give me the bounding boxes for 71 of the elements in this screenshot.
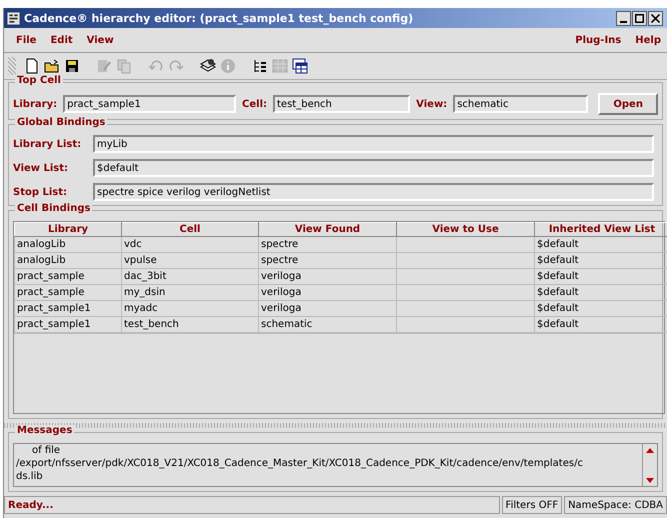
table-cell: veriloga <box>258 268 396 284</box>
field-label: Library: <box>13 98 58 110</box>
column-header[interactable]: Cell <box>122 222 258 236</box>
message-line: ds.lib <box>16 470 44 483</box>
field-label: View List: <box>13 162 70 174</box>
table-cell: schematic <box>258 316 396 332</box>
text-field[interactable]: test_bench <box>273 95 410 113</box>
column-header[interactable]: View to Use <box>396 222 534 236</box>
tree-icon[interactable] <box>252 58 268 74</box>
table-cell: pract_sample1 <box>14 316 122 332</box>
open-button[interactable]: Open <box>598 93 658 115</box>
column-header[interactable]: Inherited View List <box>534 222 667 236</box>
table-cell: vdc <box>122 236 258 252</box>
message-line: /export/nfsserver/pdk/XC018_V21/XC018_Cadence_Master_Kit/XC018_Cadence_PDK_Kit/cadence/env/templates/c <box>16 457 584 470</box>
menu-item[interactable]: File <box>16 34 36 46</box>
table-cell: $default <box>534 236 667 252</box>
group-title: Messages <box>15 425 74 436</box>
table-cell: pract_sample <box>14 268 122 284</box>
table-cell: $default <box>534 300 667 316</box>
window-title: Cadence® hierarchy editor: (pract_sample1 test_bench config) <box>24 12 414 24</box>
text-field[interactable]: schematic <box>453 95 588 113</box>
table-cell: vpulse <box>122 252 258 268</box>
message-line: of file <box>31 444 62 457</box>
group-title: Top Cell <box>15 75 63 86</box>
app-icon <box>7 12 20 24</box>
text-field[interactable]: $default <box>93 159 654 177</box>
field-label: View: <box>416 98 448 110</box>
table-cell: $default <box>534 316 667 332</box>
field-label: Cell: <box>242 98 268 110</box>
table-cell: pract_sample1 <box>14 300 122 316</box>
maximize-icon <box>635 14 644 22</box>
table-cell: pract_sample <box>14 284 122 300</box>
field-label: Library List: <box>13 138 82 150</box>
table-cell: analogLib <box>14 252 122 268</box>
folder-icon[interactable] <box>44 58 60 74</box>
text-field[interactable]: pract_sample1 <box>63 95 236 113</box>
table-cell: spectre <box>258 252 396 268</box>
filter-status: Filters OFF <box>502 496 562 514</box>
menu-item[interactable]: Help <box>635 34 661 46</box>
table-cell: test_bench <box>122 316 258 332</box>
column-header[interactable]: Library <box>14 222 122 236</box>
status-message: Ready... <box>4 496 500 514</box>
table-cell: my_dsin <box>122 284 258 300</box>
namespace-status: NameSpace: CDBA <box>564 496 667 514</box>
group-title: Cell Bindings <box>15 203 92 214</box>
table-cell: spectre <box>258 236 396 252</box>
table-cell: $default <box>534 284 667 300</box>
table-cell: $default <box>534 252 667 268</box>
table-cell: veriloga <box>258 300 396 316</box>
close-icon <box>651 14 660 22</box>
group-title: Global Bindings <box>15 117 108 128</box>
minimize-button[interactable] <box>616 10 631 26</box>
table-cell: myadc <box>122 300 258 316</box>
table-cell: veriloga <box>258 284 396 300</box>
menu-item[interactable]: Plug-Ins <box>575 34 622 46</box>
table-cell: analogLib <box>14 236 122 252</box>
field-label: Stop List: <box>13 186 68 198</box>
menu-item[interactable]: Edit <box>50 34 73 46</box>
save-icon[interactable] <box>64 58 80 74</box>
table-cell: $default <box>534 268 667 284</box>
column-header[interactable]: View Found <box>258 222 396 236</box>
table-icon[interactable] <box>292 58 308 74</box>
text-field[interactable]: myLib <box>93 135 654 153</box>
close-button[interactable] <box>648 10 663 26</box>
table-cell: dac_3bit <box>122 268 258 284</box>
maximize-button[interactable] <box>632 10 647 26</box>
text-field[interactable]: spectre spice verilog verilogNetlist <box>93 183 654 201</box>
toolbar-grip[interactable] <box>8 57 16 75</box>
minimize-icon <box>620 20 627 22</box>
menu-item[interactable]: View <box>86 34 114 46</box>
stack-icon[interactable] <box>200 58 216 74</box>
